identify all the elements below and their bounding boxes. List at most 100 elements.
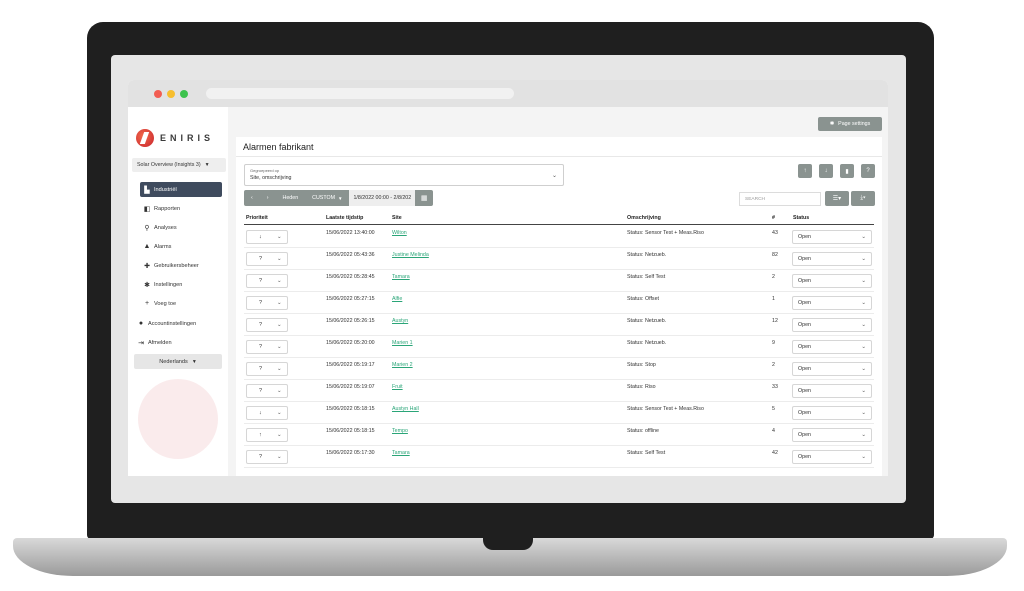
- maximize-window-dot[interactable]: [180, 90, 188, 98]
- table-row[interactable]: ? ⌄ 15/06/2022 05:26:15 Austyn Status: Netzu…: [244, 314, 874, 336]
- table-row[interactable]: ? ⌄ 15/06/2022 05:28:45 Tamara Status: Self …: [244, 270, 874, 292]
- header-description[interactable]: Omschrijving: [627, 215, 661, 221]
- page-settings-button[interactable]: ✱ Page settings: [818, 117, 882, 131]
- priority-select[interactable]: ? ⌄: [246, 296, 288, 310]
- site-link[interactable]: Marien 2: [392, 362, 413, 368]
- priority-select[interactable]: ? ⌄: [246, 450, 288, 464]
- priority-select[interactable]: ↑ ⌄: [246, 428, 288, 442]
- priority-select[interactable]: ↓ ⌄: [246, 230, 288, 244]
- today-button[interactable]: Heden: [275, 190, 306, 206]
- minimize-window-dot[interactable]: [167, 90, 175, 98]
- site-link[interactable]: Austyn: [392, 318, 408, 324]
- site-link[interactable]: Austyn Hall: [392, 406, 419, 412]
- alarms-card: Alarmen fabrikant Gegroepeerd op Site, o…: [236, 137, 882, 476]
- close-window-dot[interactable]: [154, 90, 162, 98]
- timestamp-cell: 15/06/2022 05:27:15: [326, 296, 375, 302]
- chevron-down-icon: ⌄: [861, 278, 866, 284]
- priority-select[interactable]: ? ⌄: [246, 252, 288, 266]
- columns-button[interactable]: ☰▾: [825, 191, 849, 206]
- status-select[interactable]: Open ⌄: [792, 274, 872, 288]
- priority-select[interactable]: ? ⌄: [246, 384, 288, 398]
- site-link[interactable]: Alfie: [392, 296, 402, 302]
- site-link[interactable]: Tempo: [392, 428, 408, 434]
- sort-down-button[interactable]: ↓: [819, 164, 833, 178]
- site-link[interactable]: Tamara: [392, 274, 410, 280]
- chevron-down-icon: ⌄: [277, 322, 282, 328]
- search-icon: ⚲: [144, 224, 150, 232]
- eniris-logo[interactable]: ENIRIS: [136, 127, 222, 149]
- sidebar-item-rapporten[interactable]: ◧ Rapporten: [140, 201, 222, 216]
- sidebar-item-afmelden[interactable]: ⇥ Afmelden: [134, 335, 222, 350]
- calendar-button[interactable]: ▦: [415, 190, 434, 206]
- status-select[interactable]: Open ⌄: [792, 230, 872, 244]
- sort-up-button[interactable]: ↑: [798, 164, 812, 178]
- table-row[interactable]: ? ⌄ 15/06/2022 05:20:00 Marien 1 Status: Net…: [244, 336, 874, 358]
- status-select[interactable]: Open ⌄: [792, 384, 872, 398]
- table-row[interactable]: ↓ ⌄ 15/06/2022 13:40:00 Wilton Status: Senso…: [244, 226, 874, 248]
- header-status[interactable]: Status: [793, 215, 809, 221]
- status-select[interactable]: Open ⌄: [792, 252, 872, 266]
- table-header: Prioriteit Laatste tijdstip Site Omschri…: [244, 213, 874, 225]
- range-mode-dropdown[interactable]: CUSTOM ▼: [305, 190, 350, 206]
- chevron-down-icon: ⌄: [277, 432, 282, 438]
- chevron-down-icon: ⌄: [861, 300, 866, 306]
- timestamp-cell: 15/06/2022 05:18:15: [326, 428, 375, 434]
- search-input[interactable]: SEARCH: [739, 192, 821, 206]
- status-value: Open: [798, 234, 811, 240]
- timestamp-cell: 15/06/2022 05:17:30: [326, 450, 375, 456]
- sidebar-item-gebruikersbeheer[interactable]: ✚ Gebruikersbeheer: [140, 258, 222, 273]
- status-select[interactable]: Open ⌄: [792, 296, 872, 310]
- download-button[interactable]: ⤓▾: [851, 191, 875, 206]
- sidebar-item-accountinstellingen[interactable]: ● Accountinstellingen: [134, 316, 222, 331]
- chevron-down-icon: ⌄: [861, 344, 866, 350]
- address-bar[interactable]: [206, 88, 514, 99]
- priority-select[interactable]: ? ⌄: [246, 362, 288, 376]
- table-row[interactable]: ? ⌄ 15/06/2022 05:19:07 Fruit Status: Riso 33…: [244, 380, 874, 402]
- group-by-select[interactable]: Gegroepeerd op Site, omschrijving ⌄: [244, 164, 564, 186]
- priority-select[interactable]: ? ⌄: [246, 318, 288, 332]
- sidebar-item-instellingen[interactable]: ✱ Instellingen: [140, 277, 222, 292]
- table-row[interactable]: ? ⌄ 15/06/2022 05:19:17 Marien 2 Status: Sto…: [244, 358, 874, 380]
- table-row[interactable]: ? ⌄ 15/06/2022 05:17:30 Tamara Status: Self …: [244, 446, 874, 468]
- priority-select[interactable]: ↓ ⌄: [246, 406, 288, 420]
- status-select[interactable]: Open ⌄: [792, 318, 872, 332]
- date-range-field[interactable]: 1/8/2022 00:00 - 2/8/202: [349, 190, 416, 206]
- sidebar-item-analyses[interactable]: ⚲ Analyses: [140, 220, 222, 235]
- site-link[interactable]: Marien 1: [392, 340, 413, 346]
- table-row[interactable]: ↓ ⌄ 15/06/2022 05:18:15 Austyn Hall Status: …: [244, 402, 874, 424]
- trash-icon: ▮: [845, 168, 849, 175]
- site-link[interactable]: Fruit: [392, 384, 403, 390]
- help-button[interactable]: ?: [861, 164, 875, 178]
- status-select[interactable]: Open ⌄: [792, 362, 872, 376]
- calendar-icon: ▦: [420, 195, 428, 202]
- previous-period-button[interactable]: ‹: [244, 190, 260, 206]
- header-site[interactable]: Site: [392, 215, 402, 221]
- delete-button[interactable]: ▮: [840, 164, 854, 178]
- header-priority[interactable]: Prioriteit: [246, 215, 268, 221]
- status-select[interactable]: Open ⌄: [792, 428, 872, 442]
- chevron-down-icon: ⌄: [861, 388, 866, 394]
- language-select[interactable]: Nederlands ▼: [134, 354, 222, 369]
- site-link[interactable]: Tamara: [392, 450, 410, 456]
- table-row[interactable]: ? ⌄ 15/06/2022 05:27:15 Alfie Status: Offset…: [244, 292, 874, 314]
- priority-select[interactable]: ? ⌄: [246, 274, 288, 288]
- status-select[interactable]: Open ⌄: [792, 340, 872, 354]
- sidebar-item-label: Gebruikersbeheer: [154, 262, 199, 269]
- status-select[interactable]: Open ⌄: [792, 406, 872, 420]
- priority-value: ?: [259, 256, 263, 262]
- laptop-mockup: ENIRIS Solar Overview (Insights 3) ▼ ▙ I…: [0, 0, 1024, 591]
- priority-value: ↓: [259, 234, 262, 240]
- site-link[interactable]: Wilton: [392, 230, 407, 236]
- environment-select[interactable]: Solar Overview (Insights 3) ▼: [132, 158, 226, 172]
- header-count[interactable]: #: [772, 215, 775, 221]
- priority-select[interactable]: ? ⌄: [246, 340, 288, 354]
- next-period-button[interactable]: ›: [259, 190, 276, 206]
- table-row[interactable]: ? ⌄ 15/06/2022 05:43:36 Justine Melinda Stat…: [244, 248, 874, 270]
- header-timestamp[interactable]: Laatste tijdstip: [326, 215, 363, 221]
- sidebar-item-voeg-toe[interactable]: + Voeg toe: [140, 296, 222, 311]
- table-row[interactable]: ↑ ⌄ 15/06/2022 05:18:15 Tempo Status: offlin…: [244, 424, 874, 446]
- site-link[interactable]: Justine Melinda: [392, 252, 429, 258]
- status-select[interactable]: Open ⌄: [792, 450, 872, 464]
- sidebar-item-industrieel[interactable]: ▙ Industriël: [140, 182, 222, 197]
- sidebar-item-alarms[interactable]: ▲ Alarms: [140, 239, 222, 254]
